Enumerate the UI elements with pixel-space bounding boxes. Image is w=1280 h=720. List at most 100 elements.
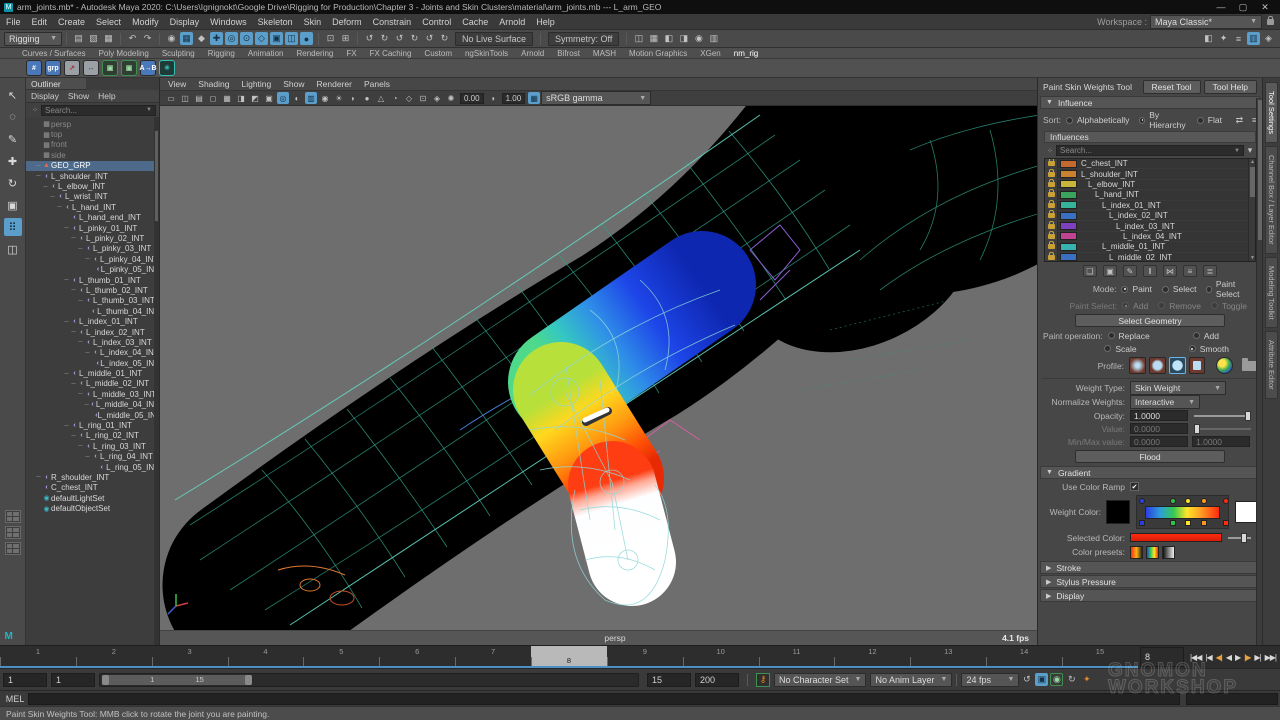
menu-item[interactable]: Windows bbox=[210, 17, 247, 27]
menu-item[interactable]: Deform bbox=[332, 17, 362, 27]
toolbar-icon[interactable]: ◫ bbox=[179, 92, 191, 104]
browse-brush-icon[interactable] bbox=[1242, 361, 1257, 371]
side-panel-tab[interactable]: Modeling Toolkit bbox=[1265, 257, 1278, 329]
symmetry-field[interactable]: Symmetry: Off bbox=[548, 32, 619, 46]
toolbar-icon[interactable]: ▣ bbox=[270, 32, 283, 45]
expander-icon[interactable]: ─ bbox=[70, 381, 77, 387]
shelf-button[interactable]: A→B bbox=[140, 60, 156, 76]
expander-icon[interactable]: ─ bbox=[63, 423, 70, 429]
toolbar-icon[interactable]: ▦ bbox=[647, 32, 660, 45]
expander-icon[interactable]: ─ bbox=[84, 350, 91, 356]
toolbar-icon[interactable]: ↷ bbox=[141, 32, 154, 45]
toolbar-icon[interactable]: ● bbox=[361, 92, 373, 104]
menu-item[interactable]: Shading bbox=[198, 79, 229, 89]
influence-row[interactable]: L_middle_02_INT bbox=[1045, 253, 1248, 262]
view-transform-selector[interactable]: sRGB gamma▼ bbox=[541, 91, 651, 105]
animation-end-field[interactable]: 200 bbox=[695, 673, 739, 687]
outliner-row[interactable]: ─ ‹ L_index_02_INT bbox=[26, 327, 159, 337]
timeline-frame[interactable]: 8 bbox=[531, 646, 607, 666]
shelf-tab[interactable]: ngSkinTools bbox=[465, 49, 508, 58]
max-value-field[interactable]: 1.0000 bbox=[1192, 436, 1250, 447]
expander-icon[interactable]: ─ bbox=[84, 454, 91, 460]
menu-item[interactable]: File bbox=[6, 17, 21, 27]
influence-row[interactable]: L_shoulder_INT bbox=[1045, 169, 1248, 179]
expander-icon[interactable]: ─ bbox=[63, 277, 70, 283]
radio-option[interactable]: By Hierarchy bbox=[1139, 110, 1186, 130]
toolbox-tool[interactable]: ▣ bbox=[4, 196, 22, 214]
shelf-tab[interactable]: XGen bbox=[700, 49, 720, 58]
toolbar-icon[interactable]: ◇ bbox=[255, 32, 268, 45]
tool-panel-scrollbar[interactable] bbox=[1256, 98, 1262, 645]
radio-option[interactable]: Select bbox=[1162, 284, 1197, 294]
lock-icon[interactable] bbox=[1045, 253, 1058, 262]
influence-row[interactable]: L_index_04_INT bbox=[1045, 232, 1248, 242]
toolbar-icon[interactable]: ⋈ bbox=[1163, 265, 1177, 277]
timeline-frame[interactable]: 5 bbox=[303, 646, 379, 666]
toolbar-icon[interactable]: ↺ bbox=[363, 32, 376, 45]
filter-icon[interactable]: ⁘ bbox=[30, 104, 40, 117]
influence-row[interactable]: L_hand_INT bbox=[1045, 190, 1248, 200]
toolbar-icon[interactable]: ▧ bbox=[87, 32, 100, 45]
toolbar-icon[interactable]: ✚ bbox=[210, 32, 223, 45]
expander-icon[interactable]: ─ bbox=[35, 474, 42, 480]
outliner-row[interactable]: ─ ◉ defaultLightSet bbox=[26, 493, 159, 503]
value-slider[interactable] bbox=[1194, 428, 1251, 430]
shelf-tab[interactable]: Arnold bbox=[521, 49, 544, 58]
shelf-button[interactable]: ✳ bbox=[159, 60, 175, 76]
menu-item[interactable]: Skin bbox=[304, 17, 322, 27]
toolbar-icon[interactable]: ◧ bbox=[662, 32, 675, 45]
outliner-row[interactable]: ─ ‹ L_elbow_INT bbox=[26, 181, 159, 191]
pin-icon[interactable]: ▾ bbox=[1245, 144, 1255, 157]
toolbar-icon[interactable]: ≡ bbox=[1183, 265, 1197, 277]
menu-item[interactable]: View bbox=[168, 79, 186, 89]
command-line-input[interactable] bbox=[28, 693, 1180, 705]
menu-item[interactable]: Skeleton bbox=[258, 17, 293, 27]
current-frame-field[interactable]: 8 bbox=[1140, 647, 1184, 667]
lock-icon[interactable] bbox=[1045, 211, 1058, 220]
shelf-tab[interactable]: Custom bbox=[424, 49, 452, 58]
outliner-row[interactable]: ─ ‹ L_middle_01_INT bbox=[26, 368, 159, 378]
character-key-icon[interactable]: ⚷ bbox=[756, 673, 770, 687]
outliner-row[interactable]: ─ ‹ L_pinky_04_INT bbox=[26, 254, 159, 264]
toolbar-icon[interactable]: ◉ bbox=[319, 92, 331, 104]
timeline-frame[interactable]: 14 bbox=[986, 646, 1062, 666]
menu-item[interactable]: Help bbox=[536, 17, 555, 27]
outliner-row[interactable]: ─ ‹ L_ring_02_INT bbox=[26, 431, 159, 441]
color-preset-1[interactable] bbox=[1130, 546, 1143, 559]
weight-color-black-swatch[interactable] bbox=[1106, 500, 1130, 524]
toolbar-icon[interactable]: ◉ bbox=[1050, 673, 1063, 686]
command-line-language-toggle[interactable]: MEL bbox=[2, 694, 28, 704]
influence-row[interactable]: C_chest_INT bbox=[1045, 159, 1248, 169]
use-color-ramp-checkbox[interactable]: ✔ bbox=[1130, 482, 1139, 491]
radio-option[interactable]: Replace bbox=[1108, 331, 1150, 341]
shelf-button[interactable]: ↗ bbox=[64, 60, 80, 76]
outliner-row[interactable]: ─ ▦ persp bbox=[26, 119, 159, 129]
expander-icon[interactable]: ─ bbox=[42, 184, 49, 190]
shelf-button[interactable]: grp bbox=[45, 60, 61, 76]
radio-option[interactable]: Paint bbox=[1121, 284, 1151, 294]
time-slider[interactable]: 123456789101112131415 bbox=[0, 646, 1138, 668]
lock-icon[interactable] bbox=[1045, 159, 1058, 168]
layout-split-button[interactable] bbox=[5, 542, 21, 555]
menu-item[interactable]: Create bbox=[58, 17, 85, 27]
brush-profile-square[interactable] bbox=[1189, 357, 1206, 374]
lock-icon[interactable] bbox=[1045, 201, 1058, 210]
outliner-row[interactable]: ─ ‹ C_chest_INT bbox=[26, 483, 159, 493]
radio-option[interactable]: Add bbox=[1122, 301, 1148, 311]
range-end-handle[interactable] bbox=[245, 675, 252, 685]
outliner-row[interactable]: ─ ‹ L_middle_04_INT bbox=[26, 400, 159, 410]
toolbar-icon[interactable]: ☀ bbox=[333, 92, 345, 104]
toolbox-tool[interactable]: ✎ bbox=[4, 130, 22, 148]
flood-button[interactable]: Flood bbox=[1075, 450, 1225, 463]
menu-item[interactable]: Control bbox=[422, 17, 451, 27]
outliner-row[interactable]: ─ ‹ L_thumb_03_INT bbox=[26, 296, 159, 306]
ramp-stop-anchor[interactable] bbox=[1185, 520, 1191, 526]
toolbar-icon[interactable]: ◗ bbox=[347, 92, 359, 104]
toolbar-icon[interactable]: ≡ bbox=[1232, 32, 1245, 45]
outliner-search-input[interactable]: Search... ▼ bbox=[41, 105, 156, 116]
radio-option[interactable]: Paint Select bbox=[1206, 279, 1247, 299]
timeline-frame[interactable]: 12 bbox=[834, 646, 910, 666]
toolbar-icon[interactable]: ▣ bbox=[1035, 673, 1048, 686]
expander-icon[interactable]: ─ bbox=[77, 391, 84, 397]
expander-icon[interactable]: ─ bbox=[84, 256, 91, 262]
